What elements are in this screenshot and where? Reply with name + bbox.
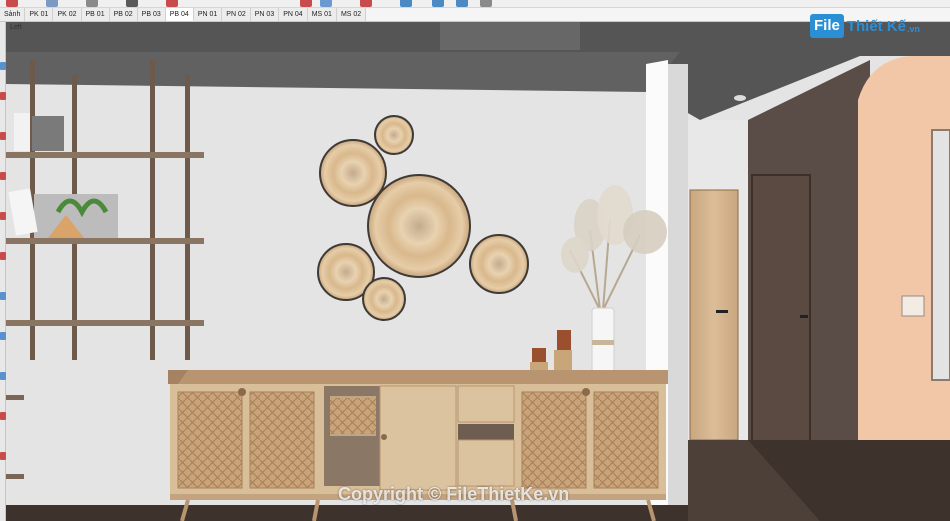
- corridor-door: [689, 189, 739, 441]
- logo-file-text: File: [810, 14, 844, 38]
- scene-tab-6[interactable]: PB 04: [165, 8, 194, 21]
- scene-tab-8[interactable]: PN 02: [222, 8, 251, 21]
- scene-tab-0[interactable]: Sảnh: [0, 8, 26, 21]
- interior-render: [6, 22, 950, 521]
- main-toolbar: [0, 0, 950, 8]
- walk-icon[interactable]: [320, 0, 332, 7]
- zoom-extents-icon[interactable]: [432, 0, 444, 7]
- scene-tab-10[interactable]: PN 04: [279, 8, 308, 21]
- scene-tab-3[interactable]: PB 01: [81, 8, 110, 21]
- view-label: Left: [10, 24, 22, 31]
- paint-icon[interactable]: [46, 0, 58, 7]
- look-icon[interactable]: [360, 0, 372, 7]
- logo-tld-text: .vn: [907, 24, 921, 34]
- settings-icon[interactable]: [480, 0, 492, 7]
- orbit-icon[interactable]: [86, 0, 98, 7]
- scene-tab-1[interactable]: PK 01: [25, 8, 54, 21]
- previous-view-icon[interactable]: [456, 0, 468, 7]
- scene-tab-7[interactable]: PN 01: [193, 8, 223, 21]
- select-icon[interactable]: [6, 0, 18, 7]
- scene-tab-5[interactable]: PB 03: [137, 8, 166, 21]
- scene-tab-bar: Sảnh PK 01 PK 02 PB 01 PB 02 PB 03 PB 04 PN 01 P…: [0, 8, 950, 22]
- scene-tab-9[interactable]: PN 03: [250, 8, 280, 21]
- section-icon[interactable]: [300, 0, 312, 7]
- zoom-icon[interactable]: [166, 0, 178, 7]
- ceiling-light: [734, 95, 746, 101]
- scene-tab-11[interactable]: MS 01: [307, 8, 337, 21]
- 3d-viewport[interactable]: Left: [6, 22, 950, 521]
- side-door: [751, 174, 811, 476]
- copyright-watermark: Copyright © FileThietKe.vn: [338, 484, 570, 504]
- site-logo: File Thiết Kế .vn: [810, 14, 920, 38]
- pan-icon[interactable]: [126, 0, 138, 7]
- logo-brand-text: Thiết Kế: [846, 17, 907, 35]
- scene-tab-2[interactable]: PK 02: [53, 8, 82, 21]
- scene-tab-4[interactable]: PB 02: [109, 8, 138, 21]
- position-camera-icon[interactable]: [400, 0, 412, 7]
- scene-tab-12[interactable]: MS 02: [336, 8, 367, 21]
